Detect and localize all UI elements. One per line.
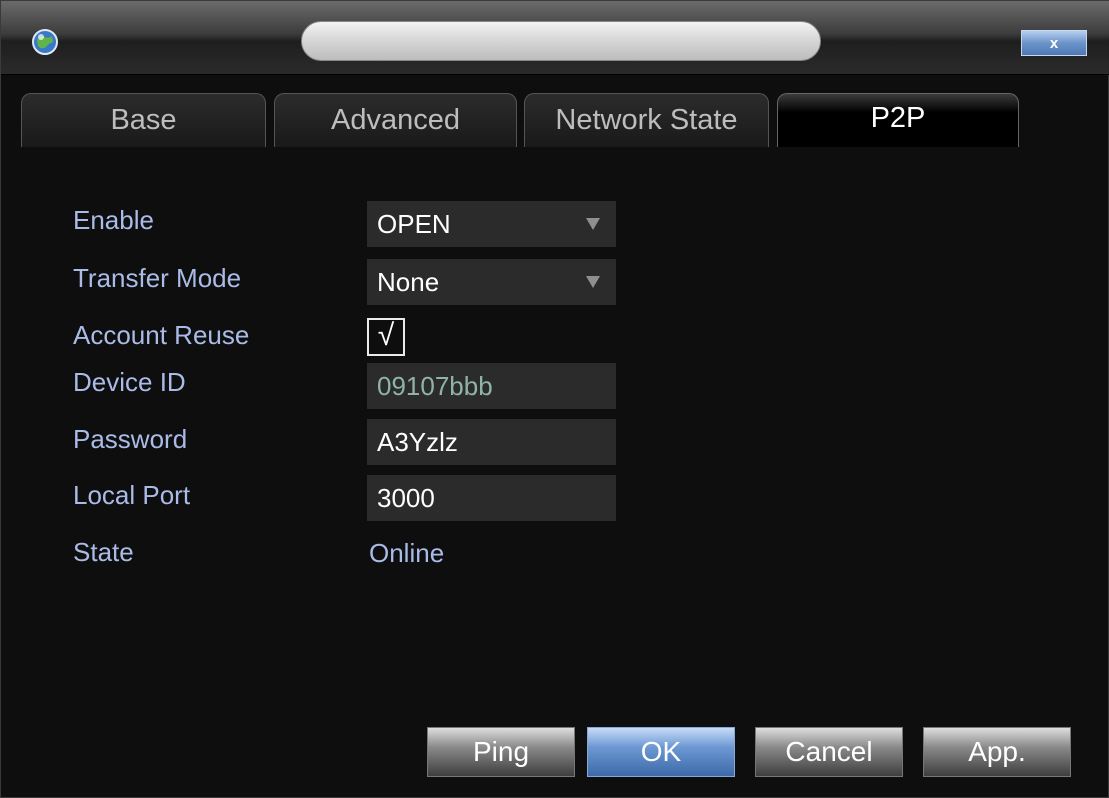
app-logo-icon: [32, 29, 58, 55]
password-value: A3Yzlz: [377, 426, 458, 457]
tab-advanced[interactable]: Advanced: [274, 93, 517, 147]
device-id-field: 09107bbb: [367, 363, 616, 409]
dropdown-arrow-icon: [586, 276, 600, 288]
transfer-mode-label: Transfer Mode: [73, 263, 242, 293]
tab-bar: Base Advanced Network State P2P: [21, 93, 1021, 147]
state-label: State: [73, 537, 134, 567]
device-id-label: Device ID: [73, 367, 186, 397]
device-id-value: 09107bbb: [377, 370, 493, 401]
title-bar[interactable]: x: [1, 1, 1109, 75]
enable-select[interactable]: OPEN: [367, 201, 616, 247]
tab-base[interactable]: Base: [21, 93, 266, 147]
password-label: Password: [73, 424, 188, 454]
local-port-field[interactable]: 3000: [367, 475, 616, 521]
transfer-mode-select[interactable]: None: [367, 259, 616, 305]
cancel-button[interactable]: Cancel: [755, 727, 903, 777]
tab-p2p[interactable]: P2P: [777, 93, 1019, 147]
password-field[interactable]: A3Yzlz: [367, 419, 616, 465]
close-button[interactable]: x: [1021, 30, 1087, 56]
local-port-label: Local Port: [73, 480, 191, 510]
apply-button[interactable]: App.: [923, 727, 1071, 777]
close-icon: x: [1049, 34, 1059, 52]
transfer-mode-value: None: [377, 266, 440, 297]
enable-value: OPEN: [377, 208, 451, 239]
account-reuse-label: Account Reuse: [73, 320, 250, 350]
state-value: Online: [369, 538, 445, 568]
ping-button[interactable]: Ping: [427, 727, 575, 777]
tab-network-state[interactable]: Network State: [524, 93, 769, 147]
local-port-value: 3000: [377, 482, 435, 513]
enable-label: Enable: [73, 205, 154, 235]
dropdown-arrow-icon: [586, 218, 600, 230]
account-reuse-checkbox[interactable]: √: [367, 318, 405, 356]
checkmark-icon: √: [377, 319, 395, 352]
ok-button[interactable]: OK: [587, 727, 735, 777]
p2p-settings-window: x Base Advanced Network State P2P Enable…: [0, 0, 1109, 798]
title-text-pill: [301, 21, 821, 61]
